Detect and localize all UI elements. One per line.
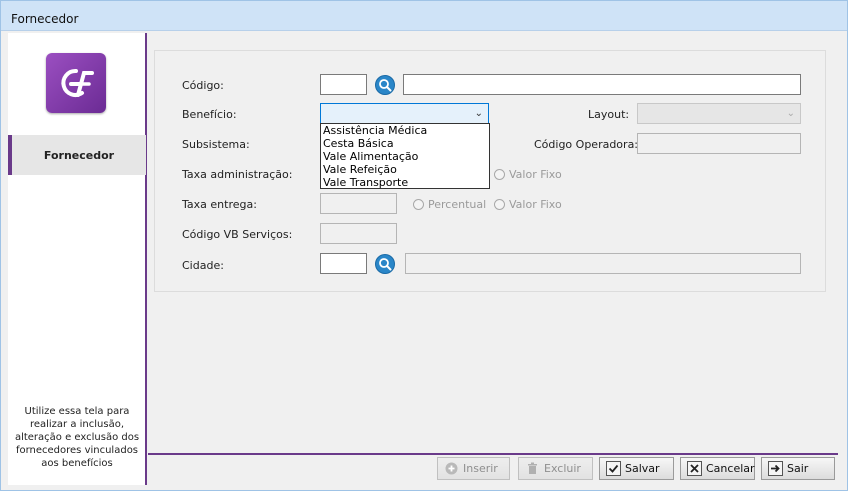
main-content	[148, 33, 838, 453]
dropdown-option[interactable]: Vale Transporte	[321, 176, 489, 189]
sidebar-item-label: Fornecedor	[43, 149, 115, 162]
radio-label: Valor Fixo	[509, 198, 562, 211]
inserir-button[interactable]: Inserir	[437, 457, 510, 480]
codigo-operadora-input[interactable]	[637, 133, 801, 154]
codigo-label: Código:	[182, 79, 224, 92]
radio-circle	[494, 169, 505, 180]
cancelar-label: Cancelar	[706, 462, 755, 475]
salvar-label: Salvar	[625, 462, 660, 475]
taxa-entrega-valor-fixo-radio[interactable]: Valor Fixo	[494, 198, 562, 211]
codigo-vb-input[interactable]	[320, 223, 397, 244]
dropdown-option[interactable]: Vale Refeição	[321, 163, 489, 176]
layout-select[interactable]: ⌄	[637, 103, 801, 124]
title-bar: Fornecedor	[1, 1, 847, 31]
beneficio-dropdown-list: Assistência Médica Cesta Básica Vale Ali…	[320, 123, 490, 189]
sair-label: Sair	[787, 462, 809, 475]
cancel-icon	[687, 461, 702, 476]
plus-circle-icon	[445, 462, 458, 475]
exit-icon	[768, 461, 783, 476]
search-icon	[379, 258, 392, 271]
sidebar-item-fornecedor[interactable]: Fornecedor	[8, 135, 146, 175]
codigo-vb-label: Código VB Serviços:	[182, 228, 293, 241]
dropdown-option[interactable]: Cesta Básica	[321, 137, 489, 150]
salvar-button[interactable]: Salvar	[599, 457, 674, 480]
cidade-nome-input[interactable]	[405, 253, 801, 274]
dropdown-option[interactable]: Assistência Médica	[321, 124, 489, 137]
cidade-codigo-input[interactable]	[320, 253, 367, 274]
sair-button[interactable]: Sair	[761, 457, 835, 480]
trash-icon	[528, 462, 537, 474]
radio-circle	[494, 199, 505, 210]
inserir-label: Inserir	[463, 462, 498, 475]
radio-circle	[413, 199, 424, 210]
taxa-entrega-input[interactable]	[320, 193, 397, 214]
taxa-entrega-percentual-radio[interactable]: Percentual	[413, 198, 486, 211]
radio-label: Percentual	[428, 198, 487, 211]
sidebar: Fornecedor Utilize essa tela para realiz…	[8, 33, 147, 485]
dropdown-option[interactable]: Vale Alimentação	[321, 150, 489, 163]
chevron-down-icon: ⌄	[474, 108, 483, 119]
chevron-down-icon: ⌄	[786, 108, 795, 119]
descricao-input[interactable]	[403, 74, 801, 95]
window-title: Fornecedor	[11, 12, 79, 26]
search-icon	[379, 79, 392, 92]
codigo-input[interactable]	[320, 74, 367, 95]
help-text: Utilize essa tela para realizar a inclus…	[14, 406, 140, 469]
radio-label: Valor Fixo	[509, 168, 562, 181]
subsistema-label: Subsistema:	[182, 138, 250, 151]
excluir-label: Excluir	[544, 462, 581, 475]
taxa-admin-valor-fixo-radio[interactable]: Valor Fixo	[494, 168, 562, 181]
cancelar-button[interactable]: Cancelar	[680, 457, 755, 480]
taxa-admin-label: Taxa administração:	[182, 168, 293, 181]
codigo-operadora-label: Código Operadora:	[534, 138, 639, 151]
toolbar-divider	[148, 453, 838, 455]
app-logo	[46, 53, 106, 113]
gf-logo-icon	[61, 69, 94, 97]
taxa-entrega-label: Taxa entrega:	[182, 198, 257, 211]
check-icon	[606, 461, 621, 476]
fornecedor-window: Fornecedor Fornecedor Utilize essa tela …	[0, 0, 848, 491]
cidade-label: Cidade:	[182, 259, 224, 272]
beneficio-select[interactable]: ⌄	[320, 103, 489, 124]
cidade-search-button[interactable]	[375, 254, 395, 274]
layout-label: Layout:	[588, 108, 630, 121]
excluir-button[interactable]: Excluir	[518, 457, 593, 480]
beneficio-label: Benefício:	[182, 108, 237, 121]
codigo-search-button[interactable]	[375, 75, 395, 95]
